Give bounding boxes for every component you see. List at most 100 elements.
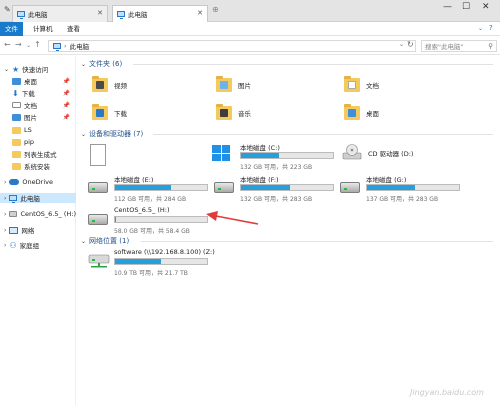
- drive-c[interactable]: 本地磁盘 (C:) 132 GB 可用，共 223 GB: [212, 142, 336, 172]
- cloud-icon: [9, 179, 20, 185]
- ribbon-tab-computer[interactable]: 计算机: [28, 22, 58, 36]
- new-tab-icon[interactable]: ⊕: [212, 5, 219, 14]
- expand-chevron-icon[interactable]: ›: [4, 242, 6, 249]
- downloads-folder-icon: [92, 104, 108, 120]
- folder-label: 音乐: [238, 110, 251, 118]
- nav-quick-access-label: 快速访问: [22, 66, 49, 74]
- nav-item-ls[interactable]: LS: [0, 125, 76, 135]
- expand-chevron-icon[interactable]: ›: [4, 179, 6, 186]
- folder-icon: [12, 126, 21, 134]
- ribbon-tabs: 文件 计算机 查看 ⌄ ?: [0, 22, 500, 36]
- folder-label: 桌面: [366, 110, 379, 118]
- drive-d-cd[interactable]: CD 驱动器 (D:): [342, 144, 462, 168]
- section-header-devices[interactable]: ⌄ 设备和驱动器 (7): [81, 129, 496, 139]
- folder-desktop[interactable]: 桌面: [344, 104, 379, 120]
- drive-f[interactable]: 本地磁盘 (F:) 132 GB 可用，共 283 GB: [214, 174, 338, 204]
- nav-item-documents[interactable]: 文档 📌: [0, 100, 76, 110]
- folder-documents[interactable]: 文档: [344, 76, 379, 92]
- network-drive-icon: [88, 254, 110, 268]
- nav-onedrive-label: OneDrive: [22, 178, 53, 186]
- title-tab-bar: ✎ 此电脑 ✕ 此电脑 ✕ ⊕ — ☐ ✕: [0, 0, 500, 22]
- expand-chevron-icon[interactable]: ›: [4, 227, 6, 234]
- forward-arrow-icon[interactable]: →: [15, 40, 22, 49]
- folder-downloads[interactable]: 下载: [92, 104, 127, 120]
- drive-label: 本地磁盘 (C:): [240, 144, 280, 152]
- nav-network-label: 网络: [21, 227, 35, 235]
- maximize-button[interactable]: ☐: [462, 2, 470, 12]
- section-header-network[interactable]: ⌄ 网络位置 (1): [81, 236, 496, 246]
- nav-quick-access[interactable]: ⌄ ★ 快速访问: [0, 64, 76, 75]
- drive-usage-bar: [366, 184, 460, 191]
- folder-icon: [12, 150, 21, 158]
- back-arrow-icon[interactable]: ←: [4, 40, 11, 49]
- nav-centos-drive[interactable]: › CentOS_6.5_ (H:): [0, 209, 76, 219]
- nav-item-pip[interactable]: pip: [0, 137, 76, 147]
- network-drive-z[interactable]: software (\\192.168.8.100) (Z:) 10.9 TB …: [88, 248, 228, 278]
- nav-item-system-install[interactable]: 系统安装: [0, 161, 76, 171]
- section-header-folders[interactable]: ⌄ 文件夹 (6): [81, 59, 496, 69]
- folder-music[interactable]: 音乐: [216, 104, 251, 120]
- breadcrumb-this-pc[interactable]: 此电脑: [70, 41, 90, 51]
- nav-centos-label: CentOS_6.5_ (H:): [20, 210, 76, 218]
- navigation-pane: ⌄ ★ 快速访问 桌面 📌 ⬇ 下载 📌 文档 📌 图片 📌 LS pip 列表…: [0, 56, 76, 405]
- drive-icon: [9, 211, 18, 217]
- close-window-button[interactable]: ✕: [482, 2, 490, 12]
- up-arrow-icon[interactable]: ↑: [34, 40, 41, 49]
- nav-item-label: 文档: [24, 102, 37, 110]
- drive-label: CentOS_6.5_ (H:): [114, 206, 170, 214]
- pin-icon[interactable]: 📌: [63, 114, 70, 121]
- refresh-icon[interactable]: ↻: [407, 40, 414, 49]
- help-icon[interactable]: ?: [489, 24, 493, 32]
- pin-icon[interactable]: 📌: [63, 102, 70, 109]
- nav-item-label: 系统安装: [24, 163, 50, 171]
- collapse-chevron-icon[interactable]: ⌄: [81, 238, 86, 245]
- minimize-button[interactable]: —: [443, 2, 452, 12]
- drive-usage-fill: [367, 185, 415, 190]
- drive-e[interactable]: 本地磁盘 (E:) 112 GB 可用，共 284 GB: [88, 174, 212, 204]
- tab-label: 此电脑: [128, 11, 148, 19]
- expand-chevron-icon[interactable]: ›: [4, 195, 6, 202]
- drive-info: 132 GB 可用，共 283 GB: [240, 196, 313, 203]
- nav-item-downloads[interactable]: ⬇ 下载 📌: [0, 88, 76, 99]
- expand-chevron-icon[interactable]: ›: [4, 211, 6, 218]
- nav-item-desktop[interactable]: 桌面 📌: [0, 76, 76, 86]
- section-divider: [133, 64, 493, 65]
- nav-item-label: 图片: [24, 114, 37, 122]
- ribbon-tab-file[interactable]: 文件: [0, 22, 23, 36]
- nav-this-pc[interactable]: › 此电脑: [0, 193, 76, 203]
- drive-usage-bar: [114, 184, 208, 191]
- drive-info: 58.0 GB 可用，共 58.4 GB: [114, 228, 190, 235]
- pin-icon[interactable]: 📌: [63, 78, 70, 85]
- folder-pictures[interactable]: 图片: [216, 76, 251, 92]
- tab-this-pc-2[interactable]: 此电脑 ✕: [112, 5, 208, 22]
- nav-homegroup[interactable]: › ⚇ 家庭组: [0, 240, 76, 251]
- blank-document-icon: [90, 144, 106, 166]
- nav-onedrive[interactable]: › OneDrive: [0, 177, 76, 187]
- address-bar: ← → ⌄ ↑ › 此电脑 ⌄ ↻ 搜索"此电脑" ⚲: [0, 37, 500, 55]
- drive-unnamed[interactable]: [90, 144, 200, 176]
- pin-icon[interactable]: 📌: [63, 90, 70, 97]
- address-path[interactable]: › 此电脑 ⌄ ↻: [48, 40, 416, 52]
- collapse-chevron-icon[interactable]: ⌄: [81, 131, 86, 138]
- collapse-chevron-icon[interactable]: ⌄: [4, 66, 9, 73]
- nav-item-list-comprehension[interactable]: 列表生成式: [0, 149, 76, 159]
- history-chevron-icon[interactable]: ⌄: [26, 42, 31, 49]
- folder-videos[interactable]: 视频: [92, 76, 127, 92]
- drive-h-centos[interactable]: CentOS_6.5_ (H:) 58.0 GB 可用，共 58.4 GB: [88, 204, 212, 236]
- document-icon: [12, 102, 21, 108]
- nav-item-pictures[interactable]: 图片 📌: [0, 112, 76, 122]
- computer-icon: [117, 11, 125, 19]
- close-tab-icon[interactable]: ✕: [197, 9, 203, 17]
- computer-icon: [9, 195, 18, 203]
- search-input[interactable]: 搜索"此电脑" ⚲: [421, 40, 497, 52]
- wrench-icon[interactable]: ✎: [4, 5, 11, 14]
- drive-g[interactable]: 本地磁盘 (G:) 137 GB 可用，共 283 GB: [340, 174, 464, 204]
- expand-ribbon-icon[interactable]: ⌄: [478, 25, 483, 32]
- ribbon-tab-view[interactable]: 查看: [62, 22, 85, 36]
- close-tab-icon[interactable]: ✕: [97, 9, 103, 17]
- path-dropdown-icon[interactable]: ⌄: [399, 41, 404, 48]
- nav-network[interactable]: › 网络: [0, 225, 76, 235]
- collapse-chevron-icon[interactable]: ⌄: [81, 61, 86, 68]
- tab-this-pc-1[interactable]: 此电脑 ✕: [12, 5, 108, 22]
- windows-logo-icon: [212, 145, 230, 161]
